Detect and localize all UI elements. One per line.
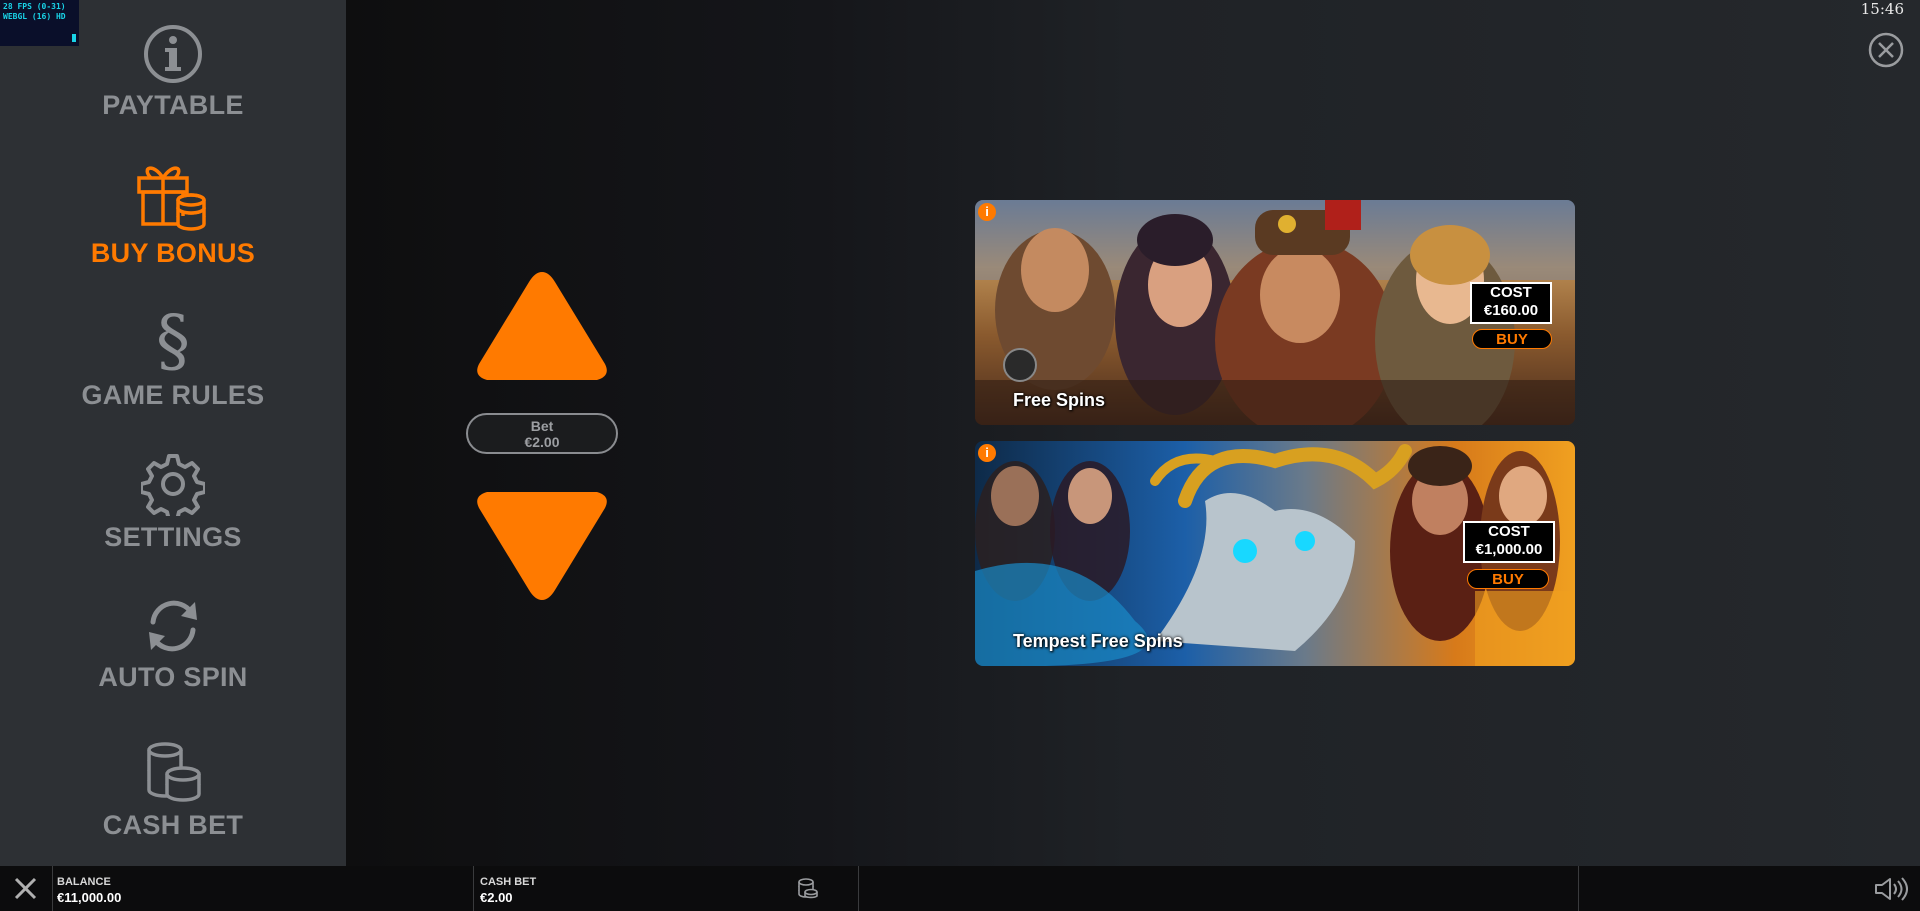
cash-bet-value: €2.00 <box>480 890 513 905</box>
close-game-icon[interactable] <box>13 876 38 901</box>
divider <box>1578 866 1579 911</box>
coin-stack-icon[interactable] <box>797 877 819 901</box>
buy-button[interactable]: BUY <box>1467 569 1549 589</box>
bonus-card-free-spins[interactable]: i COST €160.00 BUY Free Spins <box>975 200 1575 425</box>
menu-label-buy-bonus: BUY BONUS <box>90 238 256 268</box>
coin-stack-icon <box>147 742 201 802</box>
cost-label: COST <box>1488 523 1530 540</box>
gear-icon <box>141 454 205 516</box>
bet-display: Bet €2.00 <box>466 413 618 454</box>
divider <box>858 866 859 911</box>
renderer-line: WEBGL (16) HD <box>3 12 66 21</box>
menu-label-settings: SETTINGS <box>104 522 242 552</box>
close-icon[interactable] <box>1868 32 1904 68</box>
menu-label-game-rules: GAME RULES <box>81 380 265 410</box>
balance-label: BALANCE <box>57 876 111 888</box>
gift-coins-icon <box>137 166 206 231</box>
bet-increase-arrow-icon[interactable] <box>473 264 611 390</box>
fps-line: 28 FPS (0-31) <box>3 2 66 11</box>
info-icon <box>144 25 202 83</box>
buy-button[interactable]: BUY <box>1472 329 1552 349</box>
divider <box>52 866 53 911</box>
bet-value: €2.00 <box>524 434 560 450</box>
speaker-icon[interactable] <box>1874 876 1908 902</box>
cost-value: €1,000.00 <box>1475 541 1543 558</box>
bonus-cost-box: COST €1,000.00 <box>1463 521 1555 563</box>
menu-label-cash-bet: CASH BET <box>102 810 244 840</box>
balance-value: €11,000.00 <box>57 890 122 905</box>
cost-label: COST <box>1490 284 1532 301</box>
fps-bar <box>72 34 76 42</box>
clock: 15:46 <box>1860 0 1904 18</box>
bonus-card-tempest-free-spins[interactable]: i COST €1,000.00 BUY Tempest Free Spins <box>975 441 1575 666</box>
bet-decrease-arrow-icon[interactable] <box>473 474 611 600</box>
cost-value: €160.00 <box>1483 302 1539 319</box>
svg-text:§: § <box>156 306 190 374</box>
fps-debug-overlay: 28 FPS (0-31) WEBGL (16) HD <box>0 0 79 46</box>
menu-item-buy-bonus[interactable]: BUY BONUS <box>0 160 346 269</box>
refresh-icon <box>149 600 197 652</box>
menu-item-auto-spin[interactable]: AUTO SPIN <box>0 596 346 693</box>
menu-label-auto-spin: AUTO SPIN <box>98 662 248 692</box>
menu-item-cash-bet[interactable]: CASH BET <box>0 736 346 841</box>
cash-bet-label: CASH BET <box>480 876 537 888</box>
bonus-info-icon[interactable]: i <box>978 203 996 221</box>
bet-label: Bet <box>530 418 554 434</box>
sidebar-menu: PAYTABLE BUY BONUS § GAME RULES SETTINGS… <box>0 0 346 866</box>
section-sign-icon: § <box>156 306 190 374</box>
bottom-bar: BALANCE €11,000.00 CASH BET €2.00 <box>0 866 1920 911</box>
menu-item-settings[interactable]: SETTINGS <box>0 452 346 553</box>
bonus-title: Tempest Free Spins <box>1013 631 1183 651</box>
menu-label-paytable: PAYTABLE <box>102 90 244 120</box>
bonus-title: Free Spins <box>1013 390 1106 410</box>
divider <box>473 866 474 911</box>
menu-item-game-rules[interactable]: § GAME RULES <box>0 306 346 411</box>
bonus-cost-box: COST €160.00 <box>1470 282 1552 324</box>
bonus-info-icon[interactable]: i <box>978 444 996 462</box>
